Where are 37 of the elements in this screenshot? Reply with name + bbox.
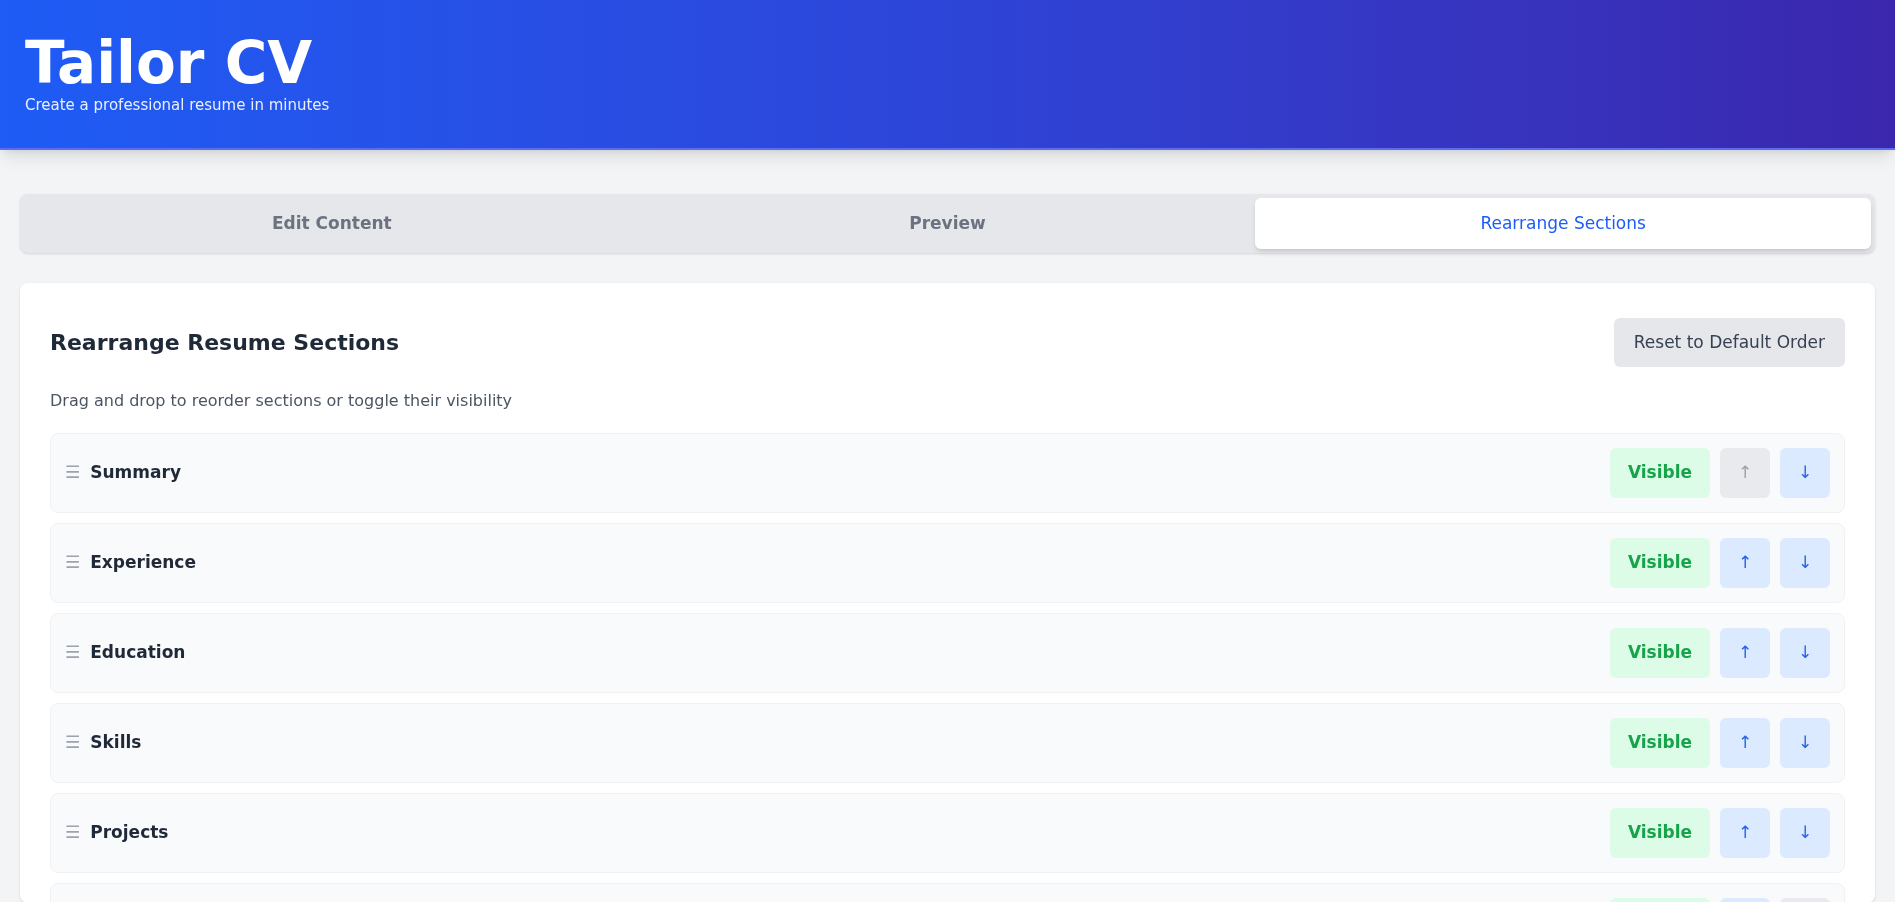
drag-handle-icon[interactable]: ☰	[65, 640, 81, 666]
section-row[interactable]: ☰ Experience Visible ↑ ↓	[50, 523, 1845, 603]
move-down-button[interactable]: ↓	[1780, 448, 1830, 498]
tab[interactable]: Rearrange Sections	[1255, 198, 1871, 249]
move-down-button[interactable]: ↓	[1780, 538, 1830, 588]
move-up-button[interactable]: ↑	[1720, 808, 1770, 858]
app-subtitle: Create a professional resume in minutes	[25, 96, 330, 114]
drag-handle-icon[interactable]: ☰	[65, 460, 81, 486]
visibility-toggle[interactable]: Visible	[1610, 628, 1710, 678]
move-up-button[interactable]: ↑	[1720, 538, 1770, 588]
move-down-button[interactable]: ↓	[1780, 718, 1830, 768]
section-name: Skills	[90, 731, 142, 755]
visibility-toggle[interactable]: Visible	[1610, 448, 1710, 498]
panel-description: Drag and drop to reorder sections or toggle their visibility	[50, 390, 513, 412]
reset-order-button[interactable]: Reset to Default Order	[1613, 318, 1845, 367]
tab[interactable]: Edit Content	[24, 198, 640, 249]
section-row[interactable]: ☰ Summary Visible ↑ ↓	[50, 433, 1845, 513]
panel-title: Rearrange Resume Sections	[50, 329, 400, 357]
move-up-button[interactable]: ↑	[1720, 718, 1770, 768]
drag-handle-icon[interactable]: ☰	[65, 730, 81, 756]
section-row[interactable]: ☰ Skills Visible ↑ ↓	[50, 703, 1845, 783]
visibility-toggle[interactable]: Visible	[1610, 538, 1710, 588]
move-down-button[interactable]: ↓	[1780, 628, 1830, 678]
section-name: Summary	[90, 461, 181, 485]
section-row[interactable]: ☰ Projects Visible ↑ ↓	[50, 793, 1845, 873]
move-down-button[interactable]: ↓	[1780, 808, 1830, 858]
drag-handle-icon[interactable]: ☰	[65, 550, 81, 576]
visibility-toggle[interactable]: Visible	[1610, 718, 1710, 768]
section-name: Education	[90, 641, 186, 665]
tab[interactable]: Preview	[639, 198, 1256, 249]
section-name: Experience	[90, 551, 196, 575]
app-title: Tailor CV	[25, 30, 313, 96]
drag-handle-icon[interactable]: ☰	[65, 820, 81, 846]
section-row[interactable]: ☰ Education Visible ↑ ↓	[50, 613, 1845, 693]
visibility-toggle[interactable]: Visible	[1610, 808, 1710, 858]
move-up-button[interactable]: ↑	[1720, 628, 1770, 678]
section-name: Projects	[90, 821, 169, 845]
